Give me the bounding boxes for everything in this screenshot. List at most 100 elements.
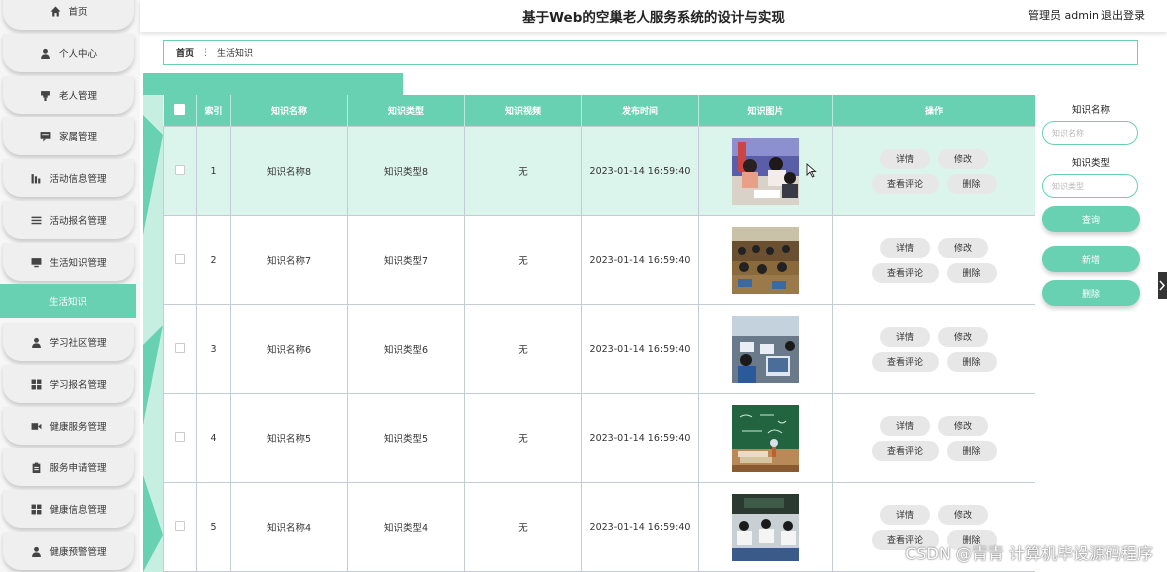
image-cell [698,393,833,483]
index-cell: 1 [196,126,231,216]
breadcrumb-separator: ⋮ [201,47,211,58]
detail-button[interactable]: 详情 [880,237,930,258]
sidebar-item-service-application-management[interactable]: 服务申请管理 [3,448,134,486]
family-icon [40,130,52,142]
type-cell: 知识类型7 [347,215,465,305]
row-select-cell[interactable] [163,126,197,216]
delete-row-button[interactable]: 删除 [946,262,997,283]
grid-icon [30,378,42,390]
select-all-checkbox[interactable] [174,103,186,115]
sidebar-item-health-service-management[interactable]: 健康服务管理 [3,407,134,445]
sidebar-item-label: 学习报名管理 [49,380,107,391]
delete-row-button[interactable]: 删除 [946,173,997,194]
time-cell: 2023-01-14 16:59:40 [581,215,699,305]
sidebar-item-label: 活动报名管理 [49,216,107,227]
actions-cell: 详情 修改 查看评论 删除 [832,393,1035,483]
chart-icon [30,172,42,184]
row-checkbox[interactable] [175,164,185,175]
column-header: 知识图片 [698,95,833,127]
add-button[interactable]: 新增 [1042,246,1140,272]
sidebar-item-study-signup-management[interactable]: 学习报名管理 [3,365,134,403]
sidebar-item-label: 生活知识管理 [49,258,107,269]
view-comments-button[interactable]: 查看评论 [871,173,939,194]
sidebar-item-activity-signup-management[interactable]: 活动报名管理 [3,201,134,239]
row-checkbox[interactable] [175,342,185,353]
sidebar-item-life-knowledge[interactable]: 生活知识 [0,284,136,318]
index-cell: 3 [196,304,231,394]
sidebar-item-activity-info-management[interactable]: 活动信息管理 [3,159,134,197]
row-select-cell[interactable] [163,393,197,483]
detail-button[interactable]: 详情 [880,326,930,347]
person-icon [30,336,42,348]
edit-button[interactable]: 修改 [938,237,988,258]
delete-row-button[interactable]: 删除 [946,351,997,372]
column-header: 索引 [196,95,231,127]
row-select-cell[interactable] [163,215,197,305]
page-title: 基于Web的空巢老人服务系统的设计与实现 [522,10,785,26]
view-comments-button[interactable]: 查看评论 [871,351,939,372]
sidebar-item-family-management[interactable]: 家属管理 [3,117,134,155]
type-cell: 知识类型4 [347,482,465,572]
sidebar-item-label: 健康服务管理 [49,422,107,433]
sidebar-item-elder-management[interactable]: 老人管理 [3,76,134,114]
query-button[interactable]: 查询 [1042,206,1140,232]
actions-cell: 详情 修改 查看评论 删除 [832,304,1035,394]
sidebar-item-label: 首页 [68,7,88,18]
clipboard-icon [30,461,42,473]
index-cell: 2 [196,215,231,305]
sidebar-item-health-info-management[interactable]: 健康信息管理 [3,490,134,528]
watermark-text: CSDN @青青 计算机毕设源码程序 [905,544,1153,563]
person-icon [30,545,42,557]
edit-button[interactable]: 修改 [938,148,988,169]
breadcrumb-home[interactable]: 首页 [176,46,194,59]
view-comments-button[interactable]: 查看评论 [871,262,939,283]
video-icon [30,420,42,432]
sidebar-item-health-warning-management[interactable]: 健康预警管理 [3,532,134,570]
side-toggle-handle[interactable] [1158,272,1167,299]
name-cell: 知识名称5 [230,393,348,483]
image-cell [698,215,833,305]
sidebar-item-study-community-management[interactable]: 学习社区管理 [3,323,134,361]
batch-delete-button[interactable]: 删除 [1042,280,1140,306]
table-row[interactable]: 3 知识名称6 知识类型6 无 2023-01-14 16:59:40 详情 修… [163,304,1035,394]
time-cell: 2023-01-14 16:59:40 [581,304,699,394]
person-icon [40,47,52,59]
search-type-label: 知识类型 [1071,158,1110,169]
row-select-cell[interactable] [163,304,197,394]
delete-row-button[interactable]: 删除 [946,440,997,461]
row-checkbox[interactable] [175,253,185,264]
edit-button[interactable]: 修改 [938,504,988,525]
classroom-photo [732,315,799,383]
sidebar-item-home[interactable]: 首页 [3,0,134,30]
classroom-photo [732,137,799,205]
image-cell [698,482,833,572]
table-row[interactable]: 1 知识名称8 知识类型8 无 2023-01-14 16:59:40 详情 修… [163,126,1035,216]
row-checkbox[interactable] [175,431,185,442]
select-all-header[interactable] [163,95,197,127]
table-row[interactable]: 4 知识名称5 知识类型5 无 2023-01-14 16:59:40 详情 修… [163,393,1035,483]
index-cell: 5 [196,482,231,572]
sidebar-item-label: 生活知识 [48,297,87,308]
time-cell: 2023-01-14 16:59:40 [581,482,699,572]
sidebar-item-life-knowledge-management[interactable]: 生活知识管理 [3,243,134,281]
search-name-input[interactable] [1042,121,1138,145]
view-comments-button[interactable]: 查看评论 [871,440,939,461]
logout-link[interactable]: 退出登录 [1101,7,1145,23]
detail-button[interactable]: 详情 [880,415,930,436]
actions-cell: 详情 修改 查看评论 删除 [832,126,1035,216]
column-header: 知识视频 [464,95,582,127]
table-row[interactable]: 2 知识名称7 知识类型7 无 2023-01-14 16:59:40 详情 修… [163,215,1035,305]
detail-button[interactable]: 详情 [880,504,930,525]
row-checkbox[interactable] [175,520,185,531]
row-select-cell[interactable] [163,482,197,572]
detail-button[interactable]: 详情 [880,148,930,169]
home-icon [49,5,61,17]
video-cell: 无 [464,304,582,394]
type-cell: 知识类型6 [347,304,465,394]
search-type-input[interactable] [1042,174,1138,198]
edit-button[interactable]: 修改 [938,415,988,436]
edit-button[interactable]: 修改 [938,326,988,347]
name-cell: 知识名称8 [230,126,348,216]
sidebar-item-personal-center[interactable]: 个人中心 [3,34,134,72]
video-cell: 无 [464,215,582,305]
